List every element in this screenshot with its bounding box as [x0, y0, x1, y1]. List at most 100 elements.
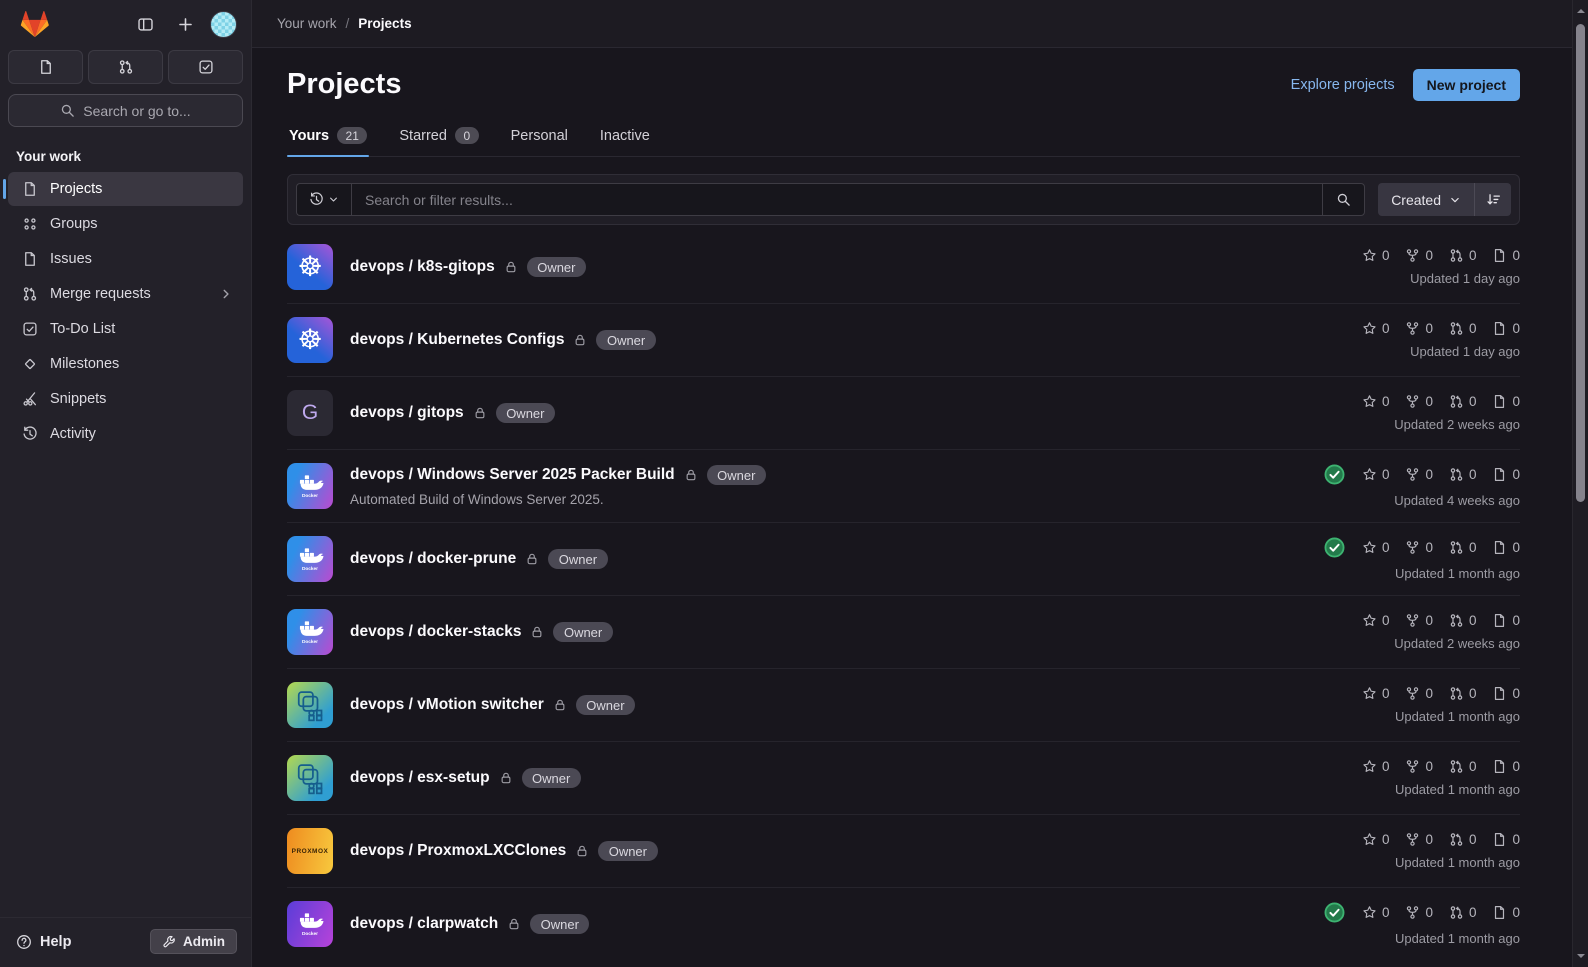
project-name-link[interactable]: devops / docker-stacks: [350, 623, 521, 641]
project-avatar[interactable]: ☸ PROXMOX: [287, 828, 333, 874]
forks-count-link[interactable]: 0: [1405, 613, 1433, 628]
forks-count-link[interactable]: 0: [1405, 759, 1433, 774]
stars-count-link[interactable]: 0: [1362, 467, 1390, 482]
merge-requests-count-link[interactable]: 0: [1449, 905, 1477, 920]
merge-requests-count-link[interactable]: 0: [1449, 321, 1477, 336]
filter-search-input[interactable]: [352, 184, 1322, 215]
sidebar-search-button[interactable]: Search or go to...: [8, 94, 243, 127]
scrollbar-up-arrow[interactable]: [1577, 5, 1585, 13]
admin-button[interactable]: Admin: [150, 929, 237, 954]
merge-requests-count-link[interactable]: 0: [1449, 467, 1477, 482]
stars-count-link[interactable]: 0: [1362, 394, 1390, 409]
merge-requests-count-link[interactable]: 0: [1449, 686, 1477, 701]
tab-label: Personal: [511, 128, 568, 144]
issues-count-link[interactable]: 0: [1492, 394, 1520, 409]
forks-count-link[interactable]: 0: [1405, 321, 1433, 336]
sidebar-toggle-button[interactable]: [130, 9, 160, 39]
project-avatar[interactable]: ☸: [287, 244, 333, 290]
project-name-link[interactable]: devops / clarpwatch: [350, 915, 498, 933]
forks-count-link[interactable]: 0: [1405, 540, 1433, 555]
shortcut-merge-requests-button[interactable]: [88, 50, 163, 84]
project-avatar[interactable]: ☸ Docker: [287, 463, 333, 509]
project-name-link[interactable]: devops / Windows Server 2025 Packer Buil…: [350, 466, 675, 484]
pipeline-status-success-icon[interactable]: [1324, 464, 1345, 485]
stars-count-link[interactable]: 0: [1362, 832, 1390, 847]
scrollbar-thumb[interactable]: [1576, 24, 1585, 502]
forks-count-link[interactable]: 0: [1405, 905, 1433, 920]
sidebar-item-activity[interactable]: Activity: [8, 417, 243, 451]
merge-requests-count-link[interactable]: 0: [1449, 832, 1477, 847]
merge-requests-count-link[interactable]: 0: [1449, 540, 1477, 555]
issues-count-link[interactable]: 0: [1492, 832, 1520, 847]
stars-count-link[interactable]: 0: [1362, 613, 1390, 628]
project-name-link[interactable]: devops / vMotion switcher: [350, 696, 544, 714]
project-avatar[interactable]: ☸ Docker: [287, 536, 333, 582]
project-avatar[interactable]: ☸ G: [287, 390, 333, 436]
filter-history-dropdown[interactable]: [296, 183, 351, 216]
forks-count-link[interactable]: 0: [1405, 248, 1433, 263]
new-project-button[interactable]: New project: [1413, 69, 1520, 101]
stars-count-link[interactable]: 0: [1362, 540, 1390, 555]
sidebar-item-issues[interactable]: Issues: [8, 242, 243, 276]
create-new-button[interactable]: [170, 9, 200, 39]
sidebar-item-snippets[interactable]: Snippets: [8, 382, 243, 416]
help-button[interactable]: Help: [16, 934, 71, 950]
shortcut-issues-button[interactable]: [8, 50, 83, 84]
project-avatar[interactable]: ☸: [287, 755, 333, 801]
gitlab-logo[interactable]: [20, 10, 50, 38]
project-avatar[interactable]: ☸ Docker: [287, 901, 333, 947]
forks-count-link[interactable]: 0: [1405, 467, 1433, 482]
merge-requests-count-link[interactable]: 0: [1449, 759, 1477, 774]
stars-count-link[interactable]: 0: [1362, 759, 1390, 774]
merge-requests-count-link[interactable]: 0: [1449, 394, 1477, 409]
shortcut-todos-button[interactable]: [168, 50, 243, 84]
sidebar-item-label: Milestones: [50, 356, 233, 372]
forks-count-link[interactable]: 0: [1405, 686, 1433, 701]
pipeline-status-success-icon[interactable]: [1324, 537, 1345, 558]
stars-count-link[interactable]: 0: [1362, 248, 1390, 263]
issues-count-link[interactable]: 0: [1492, 467, 1520, 482]
sidebar-item-merge-requests[interactable]: Merge requests: [8, 277, 243, 311]
sidebar-item-groups[interactable]: Groups: [8, 207, 243, 241]
tab-personal[interactable]: Personal: [509, 121, 570, 156]
filter-search-button[interactable]: [1322, 184, 1364, 215]
project-name-link[interactable]: devops / ProxmoxLXCClones: [350, 842, 566, 860]
scrollbar-down-arrow[interactable]: [1577, 954, 1585, 962]
project-name-link[interactable]: devops / esx-setup: [350, 769, 490, 787]
breadcrumb-your-work-link[interactable]: Your work: [277, 16, 337, 31]
project-name-link[interactable]: devops / Kubernetes Configs: [350, 331, 564, 349]
project-name-link[interactable]: devops / docker-prune: [350, 550, 516, 568]
project-name-link[interactable]: devops / gitops: [350, 404, 464, 422]
tab-yours[interactable]: Yours 21: [287, 121, 369, 156]
issues-count-link[interactable]: 0: [1492, 321, 1520, 336]
breadcrumb-projects-link[interactable]: Projects: [358, 16, 411, 31]
project-name-link[interactable]: devops / k8s-gitops: [350, 258, 495, 276]
issues-count-link[interactable]: 0: [1492, 759, 1520, 774]
forks-count-link[interactable]: 0: [1405, 832, 1433, 847]
proxmox-logo: PROXMOX: [292, 848, 329, 855]
issues-count-link[interactable]: 0: [1492, 613, 1520, 628]
pipeline-status-success-icon[interactable]: [1324, 902, 1345, 923]
project-avatar[interactable]: ☸: [287, 317, 333, 363]
issues-count-link[interactable]: 0: [1492, 248, 1520, 263]
issues-count-link[interactable]: 0: [1492, 540, 1520, 555]
explore-projects-link[interactable]: Explore projects: [1291, 77, 1395, 93]
forks-count-link[interactable]: 0: [1405, 394, 1433, 409]
issues-count-link[interactable]: 0: [1492, 686, 1520, 701]
sidebar-item-milestones[interactable]: Milestones: [8, 347, 243, 381]
project-avatar[interactable]: ☸ Docker: [287, 609, 333, 655]
tab-inactive[interactable]: Inactive: [598, 121, 652, 156]
issues-count-link[interactable]: 0: [1492, 905, 1520, 920]
merge-requests-count-link[interactable]: 0: [1449, 248, 1477, 263]
sort-by-dropdown[interactable]: Created: [1378, 183, 1474, 216]
sidebar-item-projects[interactable]: Projects: [8, 172, 243, 206]
user-avatar[interactable]: [210, 11, 237, 38]
stars-count-link[interactable]: 0: [1362, 686, 1390, 701]
merge-requests-count-link[interactable]: 0: [1449, 613, 1477, 628]
tab-starred[interactable]: Starred 0: [397, 121, 480, 156]
sort-direction-button[interactable]: [1474, 183, 1511, 216]
project-avatar[interactable]: ☸: [287, 682, 333, 728]
sidebar-item-todo-list[interactable]: To-Do List: [8, 312, 243, 346]
stars-count-link[interactable]: 0: [1362, 321, 1390, 336]
stars-count-link[interactable]: 0: [1362, 905, 1390, 920]
